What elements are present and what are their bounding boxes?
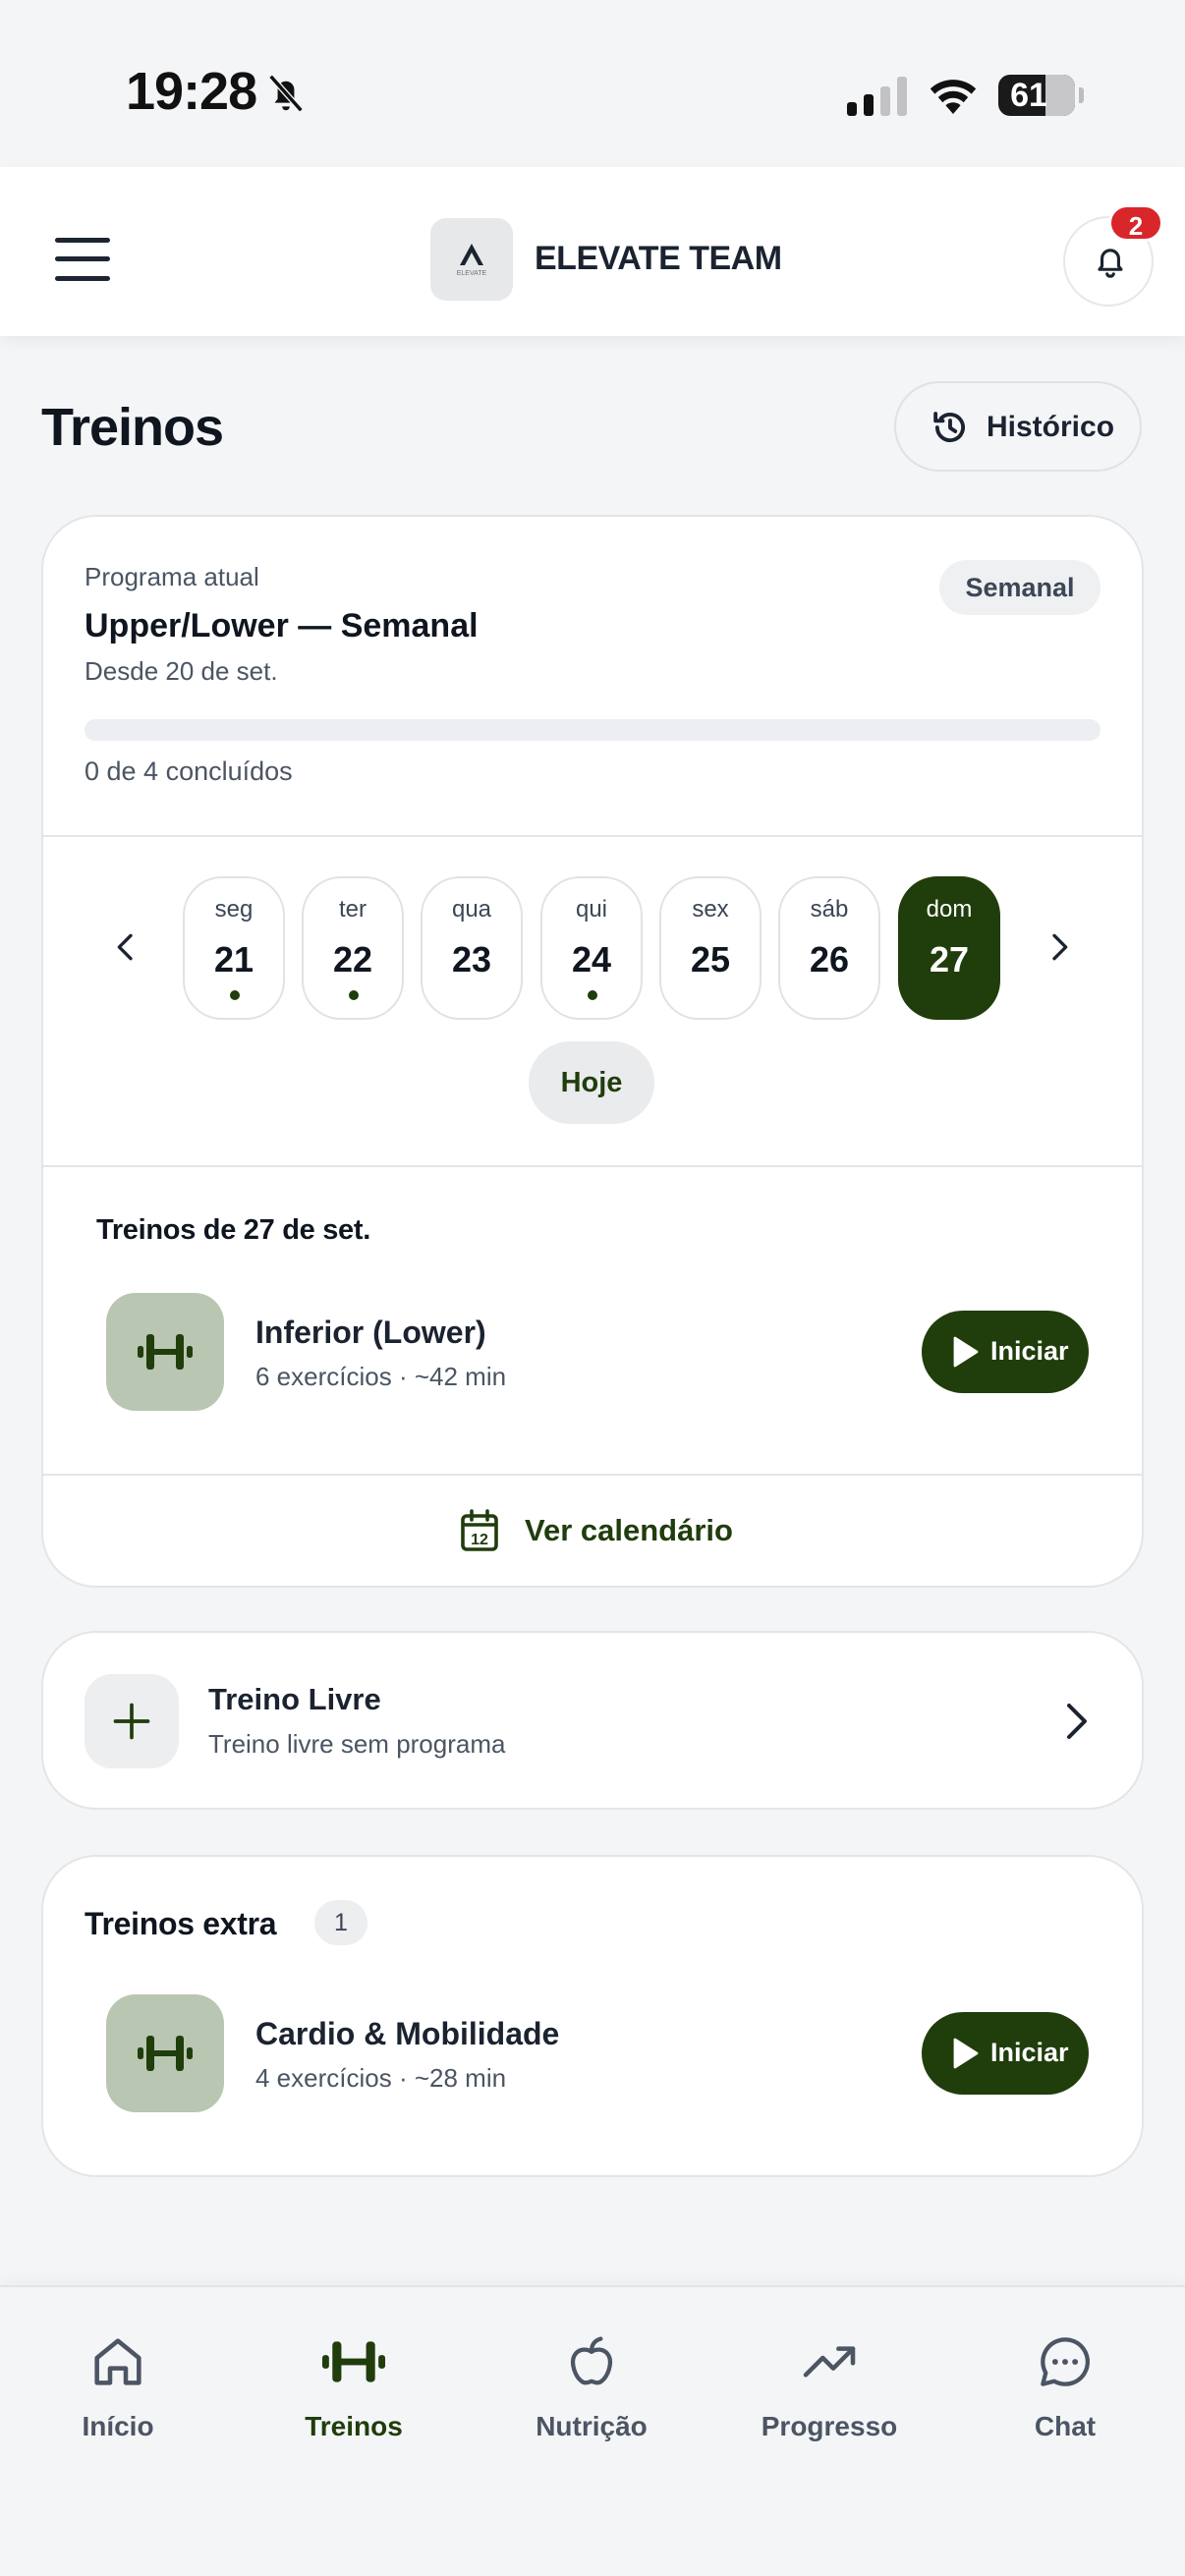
- wifi-icon: [930, 80, 977, 114]
- plus-icon: [113, 1703, 150, 1740]
- day-dom-selected[interactable]: dom 27: [898, 876, 1000, 1020]
- workout-thumbnail: [106, 1994, 224, 2112]
- day-number: 24: [571, 939, 612, 980]
- day-seg[interactable]: seg 21: [183, 876, 285, 1020]
- start-workout-button[interactable]: Iniciar: [922, 2012, 1089, 2095]
- day-name: sáb: [810, 896, 849, 923]
- nav-nutricao[interactable]: Nutrição: [493, 2330, 690, 2448]
- svg-text:12: 12: [471, 1532, 488, 1548]
- free-workout-card[interactable]: [41, 1631, 1144, 1810]
- history-icon: [933, 412, 966, 443]
- bell-muted-icon: [268, 74, 304, 113]
- workout-dot: [349, 990, 359, 1000]
- start-label: Iniciar: [990, 2038, 1069, 2067]
- day-workouts-title: Treinos de 27 de set.: [96, 1214, 370, 1246]
- nav-treinos[interactable]: Treinos: [255, 2330, 452, 2448]
- nav-chat[interactable]: Chat: [967, 2330, 1163, 2448]
- day-name: qui: [575, 896, 608, 923]
- start-workout-button[interactable]: Iniciar: [922, 1311, 1089, 1393]
- home-icon: [94, 2338, 141, 2385]
- play-icon: [953, 1336, 979, 1368]
- menu-icon[interactable]: [55, 238, 110, 281]
- day-name: sex: [692, 896, 729, 923]
- brand-name: ELEVATE TEAM: [535, 240, 782, 277]
- extra-workouts-count: 1: [314, 1900, 367, 1945]
- chevron-right-icon[interactable]: [1063, 1702, 1091, 1741]
- day-number: 27: [929, 939, 970, 980]
- free-workout-title: Treino Livre: [208, 1682, 381, 1716]
- day-sab[interactable]: sáb 26: [778, 876, 880, 1020]
- start-label: Iniciar: [990, 1336, 1069, 1366]
- program-label: Programa atual: [85, 562, 259, 591]
- day-qua[interactable]: qua 23: [421, 876, 523, 1020]
- brand-logo: ELEVATE: [430, 218, 513, 301]
- program-progress-text: 0 de 4 concluídos: [85, 756, 293, 786]
- workout-meta: 4 exercícios · ~28 min: [255, 2063, 507, 2093]
- dumbbell-icon: [322, 2341, 385, 2382]
- day-name: ter: [338, 896, 367, 923]
- battery-indicator: 61: [998, 75, 1084, 116]
- nav-progresso[interactable]: Progresso: [731, 2330, 928, 2448]
- dumbbell-icon: [138, 1334, 193, 1370]
- program-since: Desde 20 de set.: [85, 656, 278, 686]
- nav-label: Treinos: [305, 2411, 403, 2441]
- add-free-workout[interactable]: [85, 1674, 179, 1768]
- chevron-left-icon[interactable]: [106, 927, 145, 967]
- day-name: dom: [926, 896, 973, 923]
- history-label: Histórico: [987, 411, 1115, 443]
- workout-thumbnail: [106, 1293, 224, 1411]
- nav-label: Nutrição: [536, 2411, 648, 2441]
- day-name: seg: [214, 896, 254, 923]
- calendar-icon: 12: [461, 1509, 498, 1551]
- nav-label: Início: [82, 2411, 154, 2441]
- day-sex[interactable]: sex 25: [659, 876, 762, 1020]
- workout-dot: [230, 990, 240, 1000]
- day-number: 26: [809, 939, 850, 980]
- bell-icon: [1098, 249, 1123, 278]
- signal-icon: [847, 77, 907, 116]
- day-number: 25: [690, 939, 731, 980]
- page-title: Treinos: [41, 398, 224, 457]
- nav-label: Progresso: [761, 2411, 898, 2441]
- workout-name: Inferior (Lower): [255, 1315, 486, 1350]
- logo-text: ELEVATE: [457, 270, 487, 277]
- day-number: 23: [451, 939, 492, 980]
- day-ter[interactable]: ter 22: [302, 876, 404, 1020]
- nav-inicio[interactable]: Início: [20, 2330, 216, 2448]
- day-number: 22: [332, 939, 373, 980]
- battery-level: 61: [1010, 77, 1047, 114]
- chevron-right-icon[interactable]: [1040, 927, 1079, 967]
- frequency-badge: Semanal: [939, 560, 1100, 615]
- extra-workouts-title: Treinos extra: [85, 1906, 277, 1941]
- nav-label: Chat: [1034, 2411, 1097, 2441]
- day-qui[interactable]: qui 24: [540, 876, 643, 1020]
- program-progress-bar: [85, 719, 1100, 741]
- workout-name: Cardio & Mobilidade: [255, 2016, 560, 2051]
- workout-dot: [588, 990, 597, 1000]
- today-button[interactable]: Hoje: [529, 1041, 654, 1124]
- program-name: Upper/Lower — Semanal: [85, 607, 479, 644]
- apple-icon: [570, 2336, 613, 2385]
- day-number: 21: [213, 939, 254, 980]
- day-name: qua: [451, 896, 492, 923]
- play-icon: [953, 2038, 979, 2069]
- view-calendar-label: Ver calendário: [525, 1513, 733, 1547]
- status-time: 19:28: [126, 62, 257, 121]
- history-button[interactable]: Histórico: [894, 381, 1142, 472]
- notification-badge: 2: [1108, 204, 1163, 242]
- trending-up-icon: [803, 2346, 856, 2378]
- workout-meta: 6 exercícios · ~42 min: [255, 1362, 507, 1391]
- free-workout-subtitle: Treino livre sem programa: [208, 1729, 506, 1759]
- chat-icon: [1041, 2337, 1091, 2386]
- dumbbell-icon: [138, 2036, 193, 2071]
- view-calendar-link[interactable]: 12 Ver calendário: [460, 1509, 755, 1554]
